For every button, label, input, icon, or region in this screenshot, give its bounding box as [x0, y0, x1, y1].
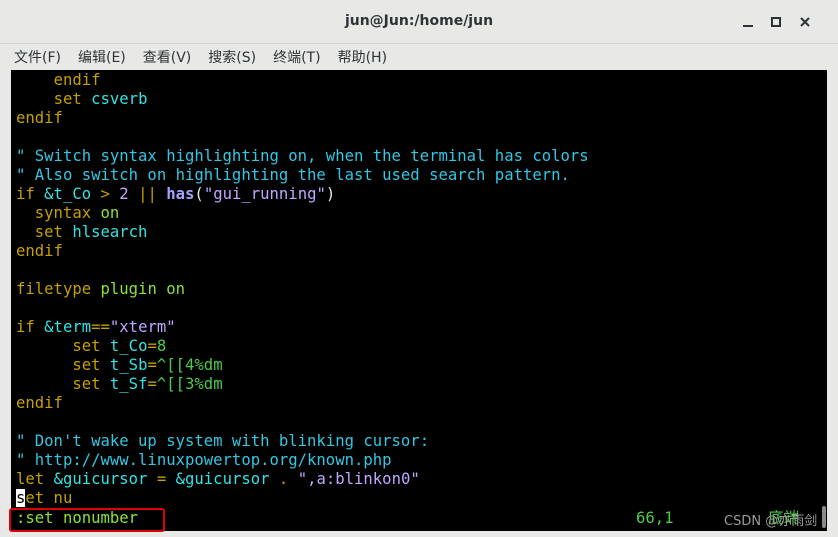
terminal-token: if [16, 185, 45, 203]
terminal-token: endif [53, 71, 101, 89]
vim-ruler: 66,1 [636, 509, 674, 527]
minimize-button[interactable] [736, 10, 760, 34]
terminal-line: if &term=="xterm" [16, 318, 176, 337]
terminal-token: = [147, 356, 157, 374]
terminal-token: has [166, 185, 195, 203]
terminal-token: plugin [100, 280, 167, 298]
terminal-line: set t_Sb=^[[4%dm [16, 356, 223, 375]
terminal-token: t_Co [109, 337, 148, 355]
terminal-token: &term [44, 318, 92, 336]
terminal-line: set t_Sf=^[[3%dm [16, 375, 223, 394]
maximize-button[interactable] [764, 10, 788, 34]
terminal-token: = [147, 375, 157, 393]
maximize-icon [771, 17, 781, 27]
terminal-token: 8 [156, 337, 167, 355]
terminal-token: on [166, 280, 185, 298]
terminal-token: on [100, 204, 120, 222]
terminal-token: hlsearch [72, 223, 148, 241]
terminal-token: set [34, 223, 73, 241]
terminal-line: set hlsearch [16, 223, 148, 242]
terminal-token: set [72, 337, 110, 355]
terminal-token: &t_Co [44, 185, 92, 203]
terminal-token: et nu [25, 489, 73, 507]
terminal-token: set [53, 90, 92, 108]
terminal-token: "gui_running" [203, 185, 326, 203]
terminal-line: filetype plugin on [16, 280, 185, 299]
terminal-token: ( [194, 185, 204, 203]
menu-search[interactable]: 搜索(S) [208, 47, 256, 67]
terminal-token: set [72, 356, 110, 374]
terminal-token: let [16, 470, 54, 488]
terminal-token: " Don't wake up system with blinking cur… [16, 432, 430, 450]
terminal-token: ) [325, 185, 336, 203]
terminal-token: " Switch syntax highlighting on, when th… [16, 147, 589, 165]
minimize-icon [743, 25, 753, 27]
terminal-token: > [91, 185, 120, 203]
menu-view[interactable]: 查看(V) [143, 47, 192, 67]
text-cursor: s [16, 489, 26, 507]
terminal-token: csverb [91, 90, 148, 108]
command-highlight-box [9, 508, 165, 532]
close-button[interactable] [793, 10, 817, 34]
terminal-token: = [147, 337, 157, 355]
terminal-token: t_Sb [109, 356, 148, 374]
terminal-token: " http://www.linuxpowertop.org/known.php [16, 451, 392, 469]
terminal-line: endif [16, 394, 63, 413]
terminal-token: . [269, 470, 298, 488]
terminal-token: ",a:blinkon0" [297, 470, 420, 488]
menu-bar: 文件(F) 编辑(E) 查看(V) 搜索(S) 终端(T) 帮助(H) [0, 44, 838, 70]
terminal-token: filetype [16, 280, 101, 298]
terminal-area[interactable]: endif set csverb endif " Switch syntax hig… [11, 70, 827, 531]
terminal-line: endif [16, 109, 63, 128]
terminal-line: " Don't wake up system with blinking cur… [16, 432, 429, 451]
terminal-line: if &t_Co > 2 || has("gui_running") [16, 185, 335, 204]
terminal-line: set csverb [16, 90, 148, 109]
terminal-token: set [72, 375, 110, 393]
terminal-line: endif [16, 242, 63, 261]
terminal-line: let &guicursor = &guicursor . ",a:blinko… [16, 470, 420, 489]
terminal-line: set nu [16, 489, 72, 508]
terminal-line: " Also switch on highlighting the last u… [16, 166, 570, 185]
terminal-line: set t_Co=8 [16, 337, 166, 356]
menu-edit[interactable]: 编辑(E) [78, 47, 126, 67]
close-icon [800, 17, 810, 27]
terminal-line: endif [16, 71, 101, 90]
terminal-window: jun@Jun:/home/jun 文件(F) 编辑(E) 查看(V) 搜索(S… [0, 0, 838, 537]
terminal-token: endif [16, 394, 63, 412]
menu-file[interactable]: 文件(F) [14, 47, 61, 67]
terminal-token: t_Sf [109, 375, 148, 393]
window-title: jun@Jun:/home/jun [344, 13, 494, 29]
terminal-token: &guicursor [53, 470, 148, 488]
terminal-token: syntax [34, 204, 101, 222]
terminal-token: == [91, 318, 110, 336]
terminal-token: endif [16, 109, 63, 127]
terminal-token: "xterm" [109, 318, 176, 336]
terminal-token: || [128, 185, 167, 203]
scrollbar[interactable] [821, 70, 827, 531]
terminal-token: ^[[3%dm [156, 375, 223, 393]
terminal-token: if [16, 318, 45, 336]
terminal-token: &guicursor [175, 470, 270, 488]
terminal-token: " Also switch on highlighting the last u… [16, 166, 570, 184]
terminal-line: " http://www.linuxpowertop.org/known.php [16, 451, 392, 470]
title-bar[interactable]: jun@Jun:/home/jun [0, 0, 838, 44]
terminal-token: 2 [119, 185, 129, 203]
scrollbar-thumb[interactable] [822, 506, 826, 528]
menu-help[interactable]: 帮助(H) [338, 47, 387, 67]
terminal-token: ^[[4%dm [156, 356, 223, 374]
terminal-token: endif [16, 242, 63, 260]
terminal-line: " Switch syntax highlighting on, when th… [16, 147, 589, 166]
menu-terminal[interactable]: 终端(T) [273, 47, 320, 67]
terminal-token: = [147, 470, 176, 488]
terminal-line: syntax on [16, 204, 120, 223]
watermark: CSDN @亦雨剑 [724, 514, 818, 529]
